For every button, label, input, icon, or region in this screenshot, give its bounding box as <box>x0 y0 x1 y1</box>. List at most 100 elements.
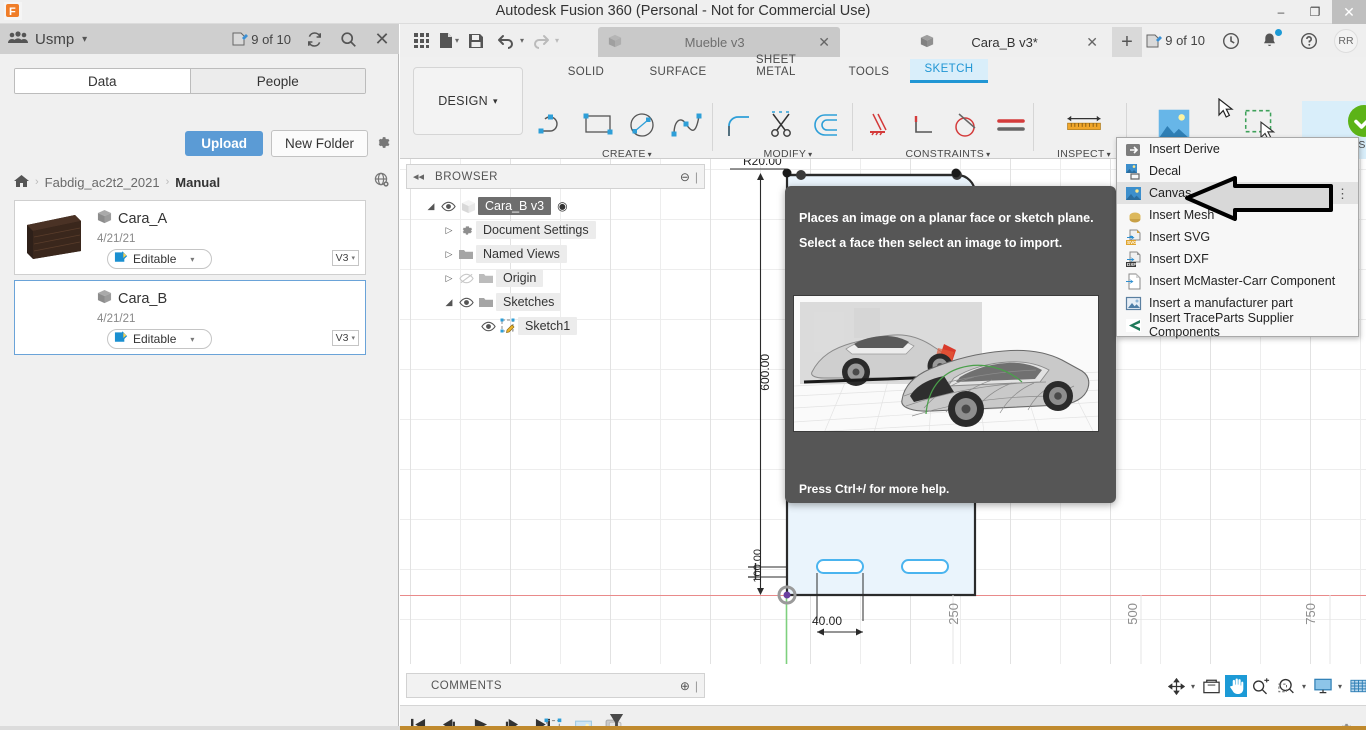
new-tab-button[interactable]: + <box>1112 27 1142 57</box>
chevron-down-icon[interactable]: ▾ <box>455 36 459 45</box>
minus-icon[interactable]: ⊖ <box>680 170 690 184</box>
tree-node-origin[interactable]: ▷ Origin <box>406 266 705 290</box>
visibility-eye-icon[interactable] <box>478 321 498 332</box>
file-version-dropdown[interactable]: V3 ▾ <box>332 250 359 266</box>
activate-component-icon[interactable]: ◉ <box>557 199 567 213</box>
display-settings-icon[interactable] <box>1311 675 1335 697</box>
ribbon-tab-sheet-metal[interactable]: SHEET METAL <box>724 50 828 83</box>
expand-arrow-icon[interactable]: ▷ <box>442 273 456 284</box>
file-status-dropdown[interactable]: Editable ▾ <box>107 249 212 269</box>
grid-snaps-icon[interactable] <box>1347 675 1366 697</box>
workspace-switcher[interactable]: DESIGN ▾ <box>413 67 523 135</box>
tree-node-root[interactable]: ◢ Cara_B v3 ◉ <box>406 194 705 218</box>
file-card-cara-a[interactable]: Cara_A 4/21/21 Editable ▾ V3 ▾ <box>14 200 366 275</box>
trim-scissors-icon[interactable] <box>762 103 804 147</box>
perpendicular-constraint-icon[interactable] <box>902 103 944 147</box>
resize-handle[interactable]: | <box>695 170 698 184</box>
sketch-rectangle-icon[interactable] <box>578 103 620 147</box>
sketch-spline-icon[interactable] <box>666 103 708 147</box>
overflow-menu-icon[interactable]: ⋮ <box>1336 187 1349 200</box>
visibility-eye-icon[interactable] <box>438 201 458 212</box>
tree-node-document-settings[interactable]: ▷ Document Settings <box>406 218 705 242</box>
data-panel-quota[interactable]: 9 of 10 <box>231 32 291 47</box>
tab-data[interactable]: Data <box>15 69 190 93</box>
tangent-constraint-icon[interactable] <box>946 103 988 147</box>
expand-arrow-icon[interactable]: ▷ <box>442 225 456 236</box>
ribbon-tab-solid[interactable]: SOLID <box>540 62 632 83</box>
menu-item-traceparts[interactable]: Insert TraceParts Supplier Components <box>1117 314 1358 336</box>
visibility-eye-icon[interactable] <box>456 297 476 308</box>
document-tab-carab[interactable]: Cara_B v3* ✕ <box>910 27 1108 57</box>
chevron-down-icon[interactable]: ▾ <box>1338 682 1342 691</box>
home-icon[interactable] <box>14 174 29 191</box>
tree-node-named-views[interactable]: ▷ Named Views <box>406 242 705 266</box>
file-version-dropdown[interactable]: V3 ▾ <box>332 330 359 346</box>
maximize-button[interactable]: ❐ <box>1298 0 1332 24</box>
expand-arrow-icon[interactable]: ◢ <box>442 297 456 308</box>
pan-hand-icon[interactable] <box>1225 675 1247 697</box>
zoom-window-icon[interactable] <box>1275 675 1299 697</box>
menu-item-insert-svg[interactable]: SVG Insert SVG <box>1117 226 1358 248</box>
visibility-eye-off-icon[interactable] <box>456 273 476 284</box>
menu-item-insert-dxf[interactable]: DXF Insert DXF <box>1117 248 1358 270</box>
collapse-icon[interactable]: ◂◂ <box>413 170 424 183</box>
dimension-600[interactable]: 600.00 <box>758 354 772 391</box>
tree-node-sketches[interactable]: ◢ Sketches <box>406 290 705 314</box>
add-comment-icon[interactable]: ⊕ <box>680 679 690 693</box>
save-icon[interactable] <box>462 27 489 54</box>
ribbon-tab-surface[interactable]: SURFACE <box>632 62 724 83</box>
minimize-button[interactable]: – <box>1264 0 1298 24</box>
menu-item-mcmaster-carr[interactable]: Insert McMaster-Carr Component <box>1117 270 1358 292</box>
measure-ruler-icon[interactable] <box>1063 103 1105 147</box>
zoom-icon[interactable] <box>1249 675 1273 697</box>
resize-handle[interactable]: | <box>695 679 698 693</box>
new-folder-button[interactable]: New Folder <box>271 130 368 157</box>
expand-arrow-icon[interactable]: ◢ <box>424 201 438 212</box>
sketch-circle-icon[interactable] <box>622 103 664 147</box>
file-status-dropdown[interactable]: Editable ▾ <box>107 329 212 349</box>
clock-icon[interactable] <box>1217 27 1244 54</box>
sketch-arc-icon[interactable] <box>534 103 576 147</box>
hub-selector[interactable]: Usmp ▾ <box>8 31 87 48</box>
search-icon[interactable] <box>337 28 359 50</box>
equal-constraint-icon[interactable] <box>990 103 1032 147</box>
close-window-button[interactable]: ✕ <box>1332 0 1366 24</box>
help-icon[interactable] <box>1295 27 1322 54</box>
breadcrumb-folder[interactable]: Manual <box>175 175 220 190</box>
bell-icon[interactable] <box>1256 27 1283 54</box>
orbit-icon[interactable] <box>1165 675 1188 697</box>
close-icon[interactable]: ✕ <box>818 34 830 51</box>
dimension-40[interactable]: 40.00 <box>812 614 842 628</box>
avatar[interactable]: RR <box>1334 29 1358 53</box>
ribbon-group-label-modify[interactable]: MODIFY▾ <box>718 148 858 160</box>
chevron-down-icon[interactable]: ▾ <box>1302 682 1306 691</box>
close-icon[interactable]: ✕ <box>1086 34 1098 51</box>
gear-icon[interactable] <box>373 133 392 157</box>
workspace-quota[interactable]: 9 of 10 <box>1145 33 1205 48</box>
ribbon-group-label-constraints[interactable]: CONSTRAINTS▾ <box>858 148 1038 160</box>
pan-view-icon[interactable] <box>1200 675 1223 697</box>
expand-arrow-icon[interactable]: ▷ <box>442 249 456 260</box>
new-file-icon[interactable] <box>438 27 454 54</box>
close-data-panel-button[interactable]: ✕ <box>371 28 393 50</box>
globe-icon[interactable] <box>374 172 390 192</box>
fillet-icon[interactable] <box>718 103 760 147</box>
chevron-down-icon[interactable]: ▾ <box>520 36 524 45</box>
upload-button[interactable]: Upload <box>185 131 263 156</box>
menu-item-insert-derive[interactable]: Insert Derive <box>1117 138 1358 160</box>
ribbon-group-label-create[interactable]: CREATE▾ <box>534 148 720 160</box>
file-card-cara-b[interactable]: Cara_B 4/21/21 Editable ▾ V3 ▾ <box>14 280 366 355</box>
chevron-down-icon[interactable]: ▾ <box>555 36 559 45</box>
grid-apps-icon[interactable] <box>408 27 435 54</box>
dimension-100[interactable]: 100.00 <box>752 549 764 583</box>
breadcrumb-project[interactable]: Fabdig_ac2t2_2021 <box>45 175 160 190</box>
redo-icon[interactable] <box>527 27 554 54</box>
tree-node-sketch1[interactable]: Sketch1 <box>406 314 705 338</box>
tab-people[interactable]: People <box>190 69 366 93</box>
ribbon-tab-sketch[interactable]: SKETCH <box>910 59 988 83</box>
undo-icon[interactable] <box>492 27 519 54</box>
dimension-r20[interactable]: R20.00 <box>743 159 782 168</box>
vertical-constraint-icon[interactable] <box>858 103 900 147</box>
chevron-down-icon[interactable]: ▾ <box>1191 682 1195 691</box>
ribbon-tab-tools[interactable]: TOOLS <box>828 62 910 83</box>
